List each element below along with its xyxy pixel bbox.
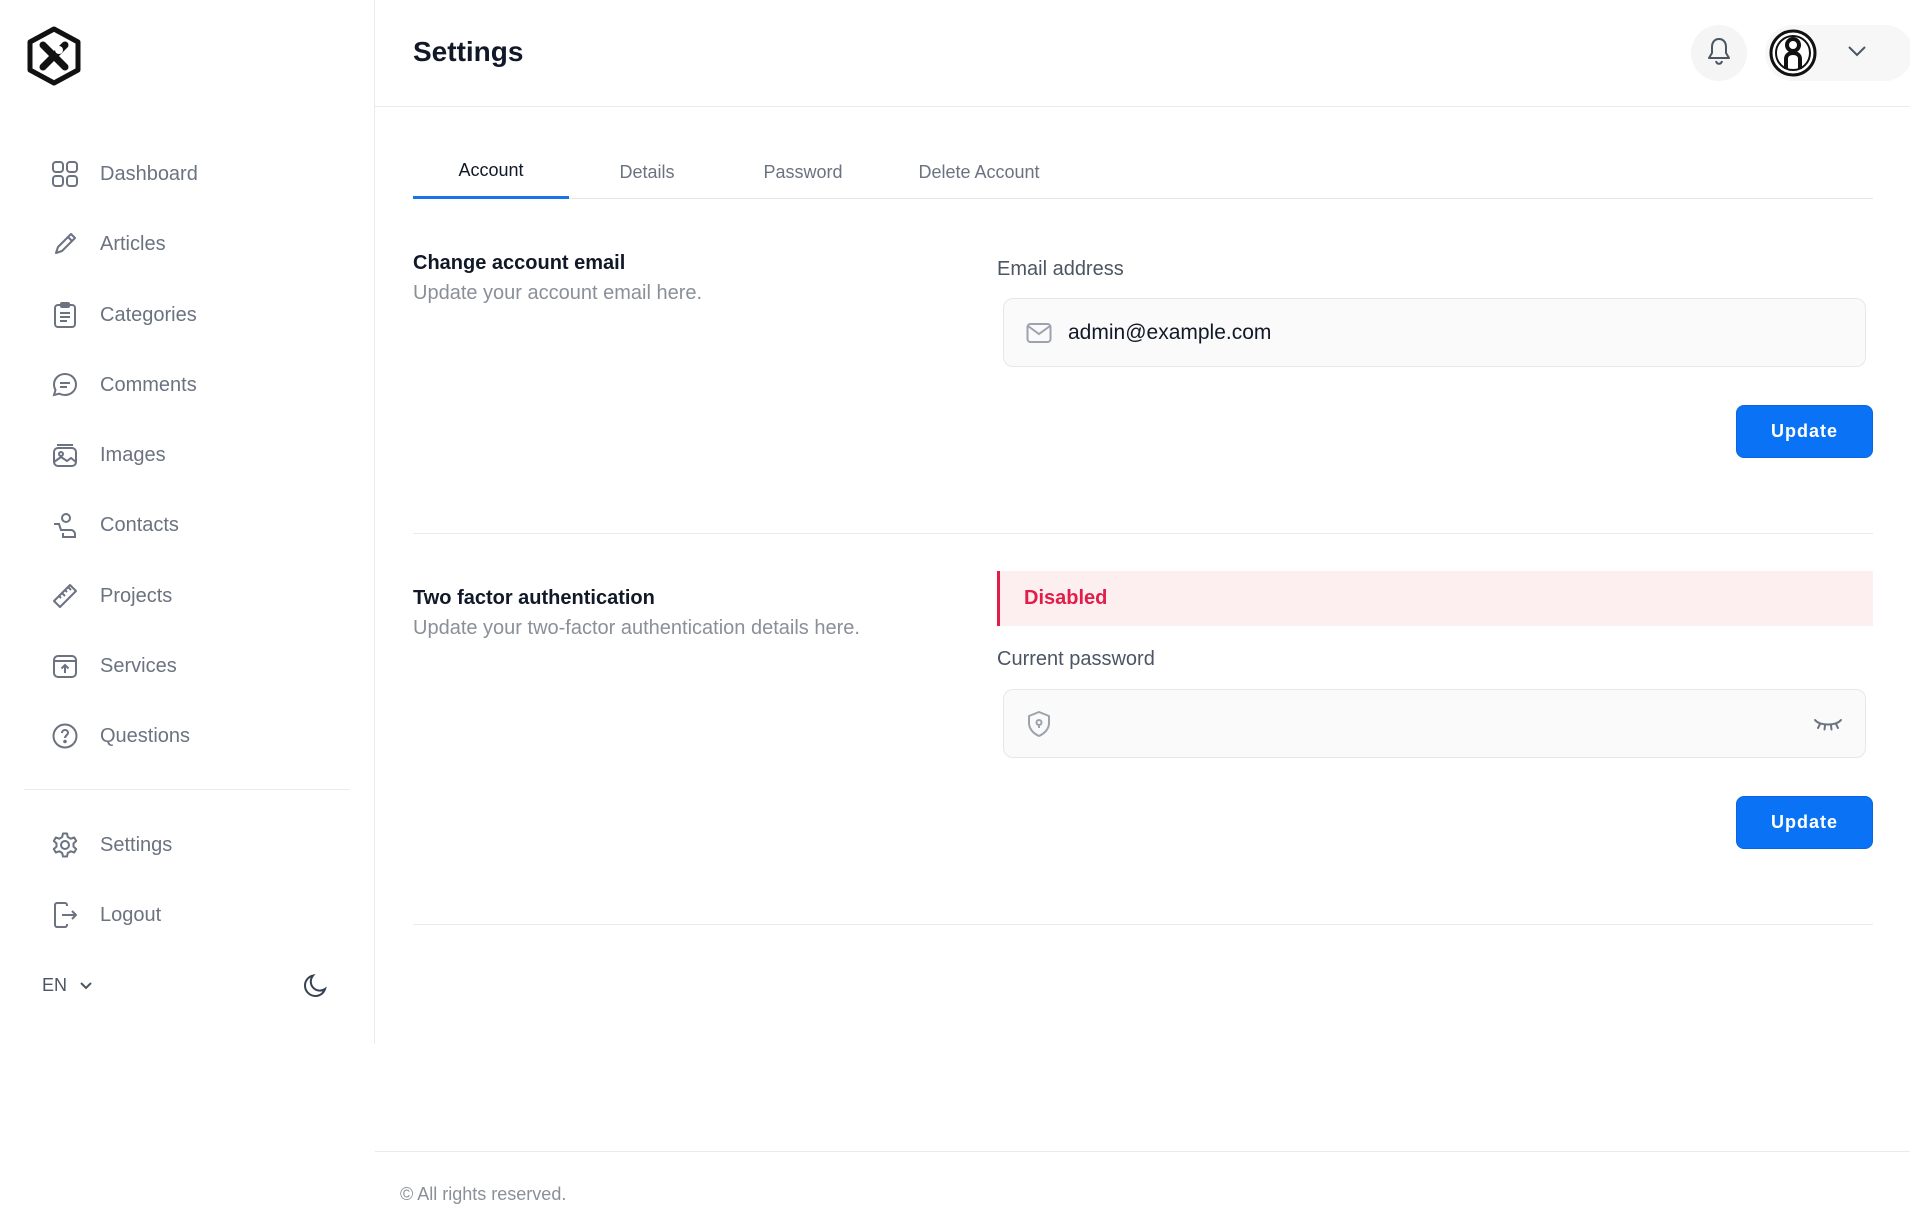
sidebar-item-label: Contacts <box>100 513 179 536</box>
email-section-title: Change account email <box>413 252 626 274</box>
update-email-button[interactable]: Update <box>1736 405 1873 458</box>
tab-delete-account[interactable]: Delete Account <box>881 145 1077 199</box>
email-section-description: Update your account email here. <box>413 282 703 304</box>
sidebar-item-questions[interactable]: Questions <box>50 716 350 756</box>
email-input[interactable] <box>1066 299 1865 366</box>
user-icon <box>50 510 80 540</box>
tab-label: Password <box>763 161 843 182</box>
user-menu[interactable] <box>1765 25 1910 81</box>
update-twofa-button[interactable]: Update <box>1736 796 1873 849</box>
page-title: Settings <box>413 36 524 67</box>
sidebar-item-label: Projects <box>100 584 173 607</box>
logo-icon[interactable] <box>26 26 82 86</box>
bell-icon <box>1705 36 1733 71</box>
sidebar-item-services[interactable]: Services <box>50 646 350 686</box>
tab-label: Account <box>458 160 524 180</box>
shield-icon <box>1024 709 1054 739</box>
tab-label: Details <box>619 161 675 182</box>
password-field-label: Current password <box>997 648 1155 670</box>
pencil-icon <box>50 229 80 259</box>
twofa-status-text: Disabled <box>1024 587 1108 609</box>
mail-icon <box>1024 318 1054 348</box>
sidebar-item-label: Comments <box>100 373 197 396</box>
sidebar-divider <box>24 789 349 790</box>
sidebar-item-contacts[interactable]: Contacts <box>50 505 350 545</box>
notifications-button[interactable] <box>1691 25 1747 81</box>
logout-icon <box>50 900 80 930</box>
sidebar-item-label: Images <box>100 443 166 466</box>
image-stack-icon <box>50 440 80 470</box>
sidebar-item-images[interactable]: Images <box>50 435 350 475</box>
sidebar-item-projects[interactable]: Projects <box>50 576 350 616</box>
section-divider <box>413 533 1873 534</box>
eye-closed-icon[interactable] <box>1811 709 1845 739</box>
upload-box-icon <box>50 651 80 681</box>
sidebar-item-categories[interactable]: Categories <box>50 295 350 335</box>
twofa-status-alert: Disabled <box>997 571 1873 626</box>
section-divider <box>413 924 1873 925</box>
tab-account[interactable]: Account <box>413 145 569 199</box>
tab-label: Delete Account <box>918 161 1040 182</box>
footer-copyright: © All rights reserved. <box>400 1184 567 1204</box>
sidebar-item-label: Logout <box>100 903 162 926</box>
gear-icon <box>50 830 80 860</box>
twofa-section-title: Two factor authentication <box>413 587 655 609</box>
language-label: EN <box>42 975 68 995</box>
language-selector[interactable]: EN <box>42 975 93 996</box>
sidebar-item-dashboard[interactable]: Dashboard <box>50 154 350 194</box>
chat-bubble-icon <box>50 370 80 400</box>
grid-icon <box>50 159 80 189</box>
sidebar-item-comments[interactable]: Comments <box>50 365 350 405</box>
chevron-down-icon <box>79 975 93 996</box>
clipboard-list-icon <box>50 300 80 330</box>
sidebar: Dashboard Articles Categories Comments I… <box>0 0 375 1044</box>
chevron-down-icon <box>1847 44 1867 62</box>
tab-password[interactable]: Password <box>725 145 881 199</box>
current-password-input[interactable] <box>1066 690 1811 757</box>
twofa-section-description: Update your two-factor authentication de… <box>413 617 860 639</box>
current-password-field[interactable] <box>1003 689 1866 758</box>
top-header: Settings <box>375 0 1910 107</box>
moon-icon[interactable] <box>302 972 332 1002</box>
sidebar-item-label: Dashboard <box>100 162 198 185</box>
sidebar-item-label: Articles <box>100 232 166 255</box>
sidebar-item-logout[interactable]: Logout <box>50 895 350 935</box>
settings-tabs: Account Details Password Delete Account <box>413 145 1873 199</box>
avatar <box>1765 25 1821 81</box>
email-field[interactable] <box>1003 298 1866 367</box>
sidebar-item-label: Services <box>100 654 177 677</box>
ruler-icon <box>50 581 80 611</box>
question-circle-icon <box>50 721 80 751</box>
sidebar-item-label: Questions <box>100 724 191 747</box>
footer-divider <box>375 1151 1910 1152</box>
tab-details[interactable]: Details <box>569 145 725 199</box>
sidebar-item-label: Categories <box>100 303 197 326</box>
sidebar-item-label: Settings <box>100 833 173 856</box>
sidebar-item-settings[interactable]: Settings <box>50 825 350 865</box>
email-field-label: Email address <box>997 258 1124 280</box>
sidebar-item-articles[interactable]: Articles <box>50 224 350 264</box>
